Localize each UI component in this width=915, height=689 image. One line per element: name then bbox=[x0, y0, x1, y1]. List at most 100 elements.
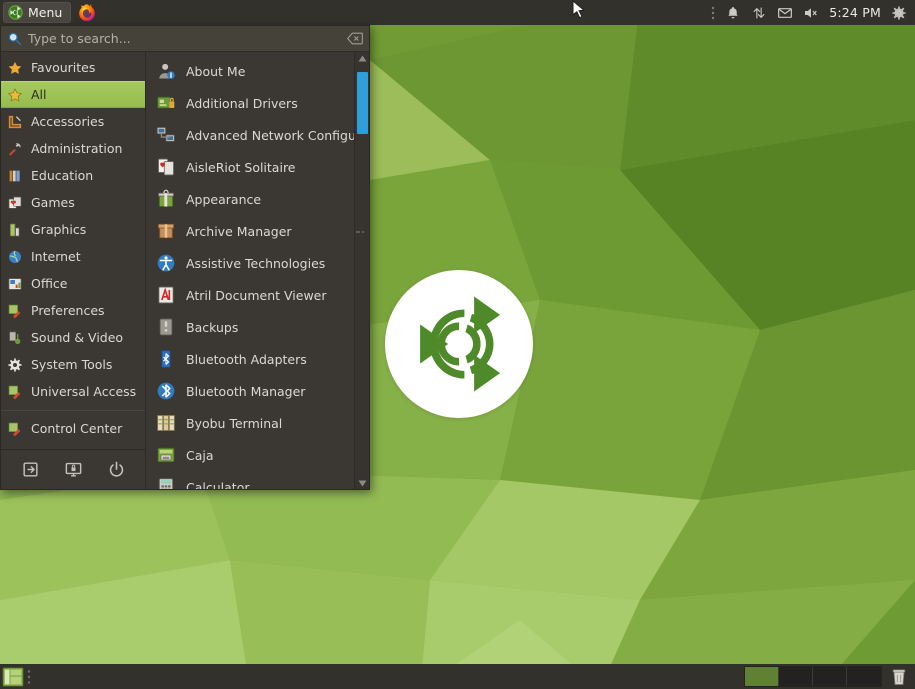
sidebar-item-label: Favourites bbox=[31, 60, 95, 75]
workspace-4[interactable] bbox=[847, 667, 881, 686]
app-item-label: AisleRiot Solitaire bbox=[186, 160, 296, 175]
system-indicator-icon[interactable] bbox=[891, 5, 907, 21]
byobu-icon bbox=[156, 413, 176, 433]
menu-button[interactable]: Menu bbox=[3, 2, 71, 23]
sidebar-item-all[interactable]: All bbox=[1, 81, 145, 108]
workspace-3[interactable] bbox=[813, 667, 847, 686]
scroll-up-arrow[interactable] bbox=[355, 52, 369, 64]
notifications-icon[interactable] bbox=[725, 5, 741, 21]
workspace-switcher[interactable] bbox=[744, 666, 882, 687]
app-item-bluetooth-manager[interactable]: Bluetooth Manager bbox=[146, 375, 369, 407]
trash-icon[interactable] bbox=[889, 667, 909, 687]
sidebar-item-preferences[interactable]: Preferences bbox=[1, 297, 145, 324]
system-tools-icon bbox=[7, 357, 23, 373]
sidebar-item-favourites[interactable]: Favourites bbox=[1, 54, 145, 81]
workspace-2[interactable] bbox=[779, 667, 813, 686]
app-item-calculator[interactable]: Calculator bbox=[146, 471, 369, 489]
chevron-up-icon bbox=[358, 55, 367, 62]
scroll-thumb[interactable] bbox=[357, 72, 368, 134]
sidebar-item-office[interactable]: Office bbox=[1, 270, 145, 297]
sidebar-item-label: Accessories bbox=[31, 114, 104, 129]
sidebar-item-education[interactable]: Education bbox=[1, 162, 145, 189]
menu-button-label: Menu bbox=[28, 5, 62, 20]
sidebar-item-label: System Tools bbox=[31, 357, 112, 372]
backups-icon bbox=[156, 317, 176, 337]
sidebar-item-label: All bbox=[31, 87, 47, 102]
mail-icon[interactable] bbox=[777, 5, 793, 21]
sidebar-item-internet[interactable]: Internet bbox=[1, 243, 145, 270]
app-item-backups[interactable]: Backups bbox=[146, 311, 369, 343]
mate-menu-window: Favourites All Accessories bbox=[0, 25, 370, 490]
sidebar-item-accessories[interactable]: Accessories bbox=[1, 108, 145, 135]
application-list-pane: About Me Additional Drivers bbox=[146, 52, 369, 489]
administration-icon bbox=[7, 141, 23, 157]
window-list[interactable] bbox=[31, 664, 744, 689]
scrollbar-grip bbox=[355, 230, 369, 234]
volume-muted-icon[interactable] bbox=[803, 5, 819, 21]
search-input[interactable] bbox=[28, 31, 341, 46]
app-item-label: Byobu Terminal bbox=[186, 416, 282, 431]
caja-icon bbox=[156, 445, 176, 465]
sidebar-item-sound-video[interactable]: Sound & Video bbox=[1, 324, 145, 351]
menu-category-list: Favourites All Accessories bbox=[1, 52, 146, 489]
app-item-appearance[interactable]: Appearance bbox=[146, 183, 369, 215]
app-item-label: Calculator bbox=[186, 480, 249, 490]
app-item-about-me[interactable]: About Me bbox=[146, 55, 369, 87]
sidebar-item-system-tools[interactable]: System Tools bbox=[1, 351, 145, 378]
appearance-icon bbox=[156, 189, 176, 209]
session-button-bar bbox=[1, 449, 145, 489]
scroll-down-arrow[interactable] bbox=[355, 477, 369, 489]
category-separator bbox=[1, 410, 145, 411]
bottom-panel bbox=[0, 664, 915, 689]
panel-left-group: Menu bbox=[0, 0, 97, 25]
universal-access-icon bbox=[7, 384, 23, 400]
firefox-icon[interactable] bbox=[77, 3, 97, 23]
app-item-caja[interactable]: Caja bbox=[146, 439, 369, 471]
clock[interactable]: 5:24 PM bbox=[829, 5, 881, 20]
shutdown-button[interactable] bbox=[107, 460, 126, 479]
sidebar-item-label: Sound & Video bbox=[31, 330, 123, 345]
app-item-additional-drivers[interactable]: Additional Drivers bbox=[146, 87, 369, 119]
sidebar-item-label: Graphics bbox=[31, 222, 86, 237]
workspace-1[interactable] bbox=[745, 667, 779, 686]
app-item-label: Additional Drivers bbox=[186, 96, 298, 111]
sidebar-item-label: Office bbox=[31, 276, 68, 291]
app-item-label: Bluetooth Manager bbox=[186, 384, 305, 399]
app-item-label: Atril Document Viewer bbox=[186, 288, 327, 303]
app-item-bluetooth-adapters[interactable]: Bluetooth Adapters bbox=[146, 343, 369, 375]
lock-screen-button[interactable] bbox=[64, 460, 83, 479]
sidebar-item-administration[interactable]: Administration bbox=[1, 135, 145, 162]
ubuntu-mate-logo bbox=[385, 270, 533, 418]
bluetooth-manager-icon bbox=[156, 381, 176, 401]
show-desktop-button[interactable] bbox=[2, 667, 24, 687]
app-item-archive-manager[interactable]: Archive Manager bbox=[146, 215, 369, 247]
sidebar-item-graphics[interactable]: Graphics bbox=[1, 216, 145, 243]
accessories-icon bbox=[7, 114, 23, 130]
app-item-aisleriot-solitaire[interactable]: AisleRiot Solitaire bbox=[146, 151, 369, 183]
aisleriot-icon bbox=[156, 157, 176, 177]
app-item-atril-document-viewer[interactable]: Atril Document Viewer bbox=[146, 279, 369, 311]
bottom-panel-drag-handle[interactable] bbox=[27, 668, 31, 686]
preferences-icon bbox=[7, 303, 23, 319]
app-item-label: Advanced Network Configu... bbox=[186, 128, 368, 143]
application-list-scrollbar[interactable] bbox=[354, 52, 369, 489]
app-item-label: Bluetooth Adapters bbox=[186, 352, 307, 367]
archive-manager-icon bbox=[156, 221, 176, 241]
tray-drag-handle[interactable] bbox=[711, 5, 715, 21]
sidebar-item-games[interactable]: Games bbox=[1, 189, 145, 216]
clear-icon[interactable] bbox=[347, 32, 363, 45]
app-item-advanced-network-configuration[interactable]: Advanced Network Configu... bbox=[146, 119, 369, 151]
app-item-label: Appearance bbox=[186, 192, 261, 207]
menu-search-row bbox=[1, 26, 369, 52]
top-panel: Menu bbox=[0, 0, 915, 25]
sidebar-item-control-center[interactable]: Control Center bbox=[1, 415, 145, 442]
sidebar-item-universal-access[interactable]: Universal Access bbox=[1, 378, 145, 405]
app-item-byobu-terminal[interactable]: Byobu Terminal bbox=[146, 407, 369, 439]
logout-button[interactable] bbox=[21, 460, 40, 479]
sidebar-item-label: Internet bbox=[31, 249, 81, 264]
sidebar-item-label: Universal Access bbox=[31, 384, 136, 399]
system-tray: 5:24 PM bbox=[711, 0, 915, 25]
network-icon[interactable] bbox=[751, 5, 767, 21]
app-item-label: Backups bbox=[186, 320, 238, 335]
app-item-assistive-technologies[interactable]: Assistive Technologies bbox=[146, 247, 369, 279]
